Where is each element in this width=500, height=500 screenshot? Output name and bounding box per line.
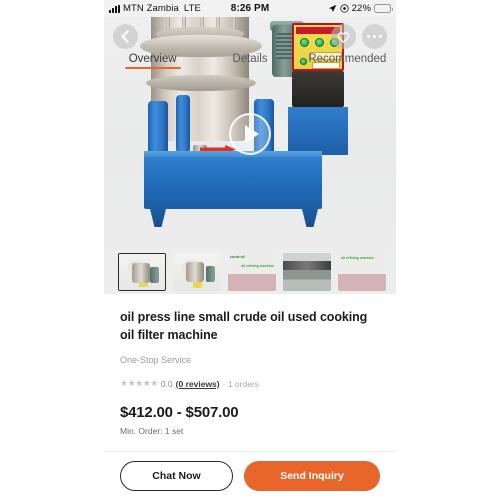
rating-row: ★★★★★ 0.0 (0 reviews) · 1 orders — [120, 378, 380, 389]
play-button-icon[interactable] — [229, 112, 271, 155]
orders-count: · 1 orders — [222, 378, 259, 389]
status-bar-time: 8:26 PM — [230, 3, 270, 14]
thumbnail-3-caption-2: oil refining machine — [240, 264, 274, 268]
thumbnail-3-caption: crude oil — [230, 255, 245, 259]
play-triangle — [245, 124, 259, 143]
reviews-link[interactable]: (0 reviews) — [176, 379, 220, 389]
heart-icon[interactable] — [331, 24, 356, 49]
price-range: $412.00 - $507.00 — [120, 404, 239, 422]
machine-rim — [146, 75, 256, 91]
thumbnail-strip[interactable]: crude oil oil refining machine oil refin… — [104, 250, 396, 294]
more-dots-icon[interactable] — [362, 24, 387, 49]
status-bar: MTN Zambia LTE 8:26 PM 22% — [104, 0, 396, 17]
min-order: Min. Order: 1 set — [120, 426, 184, 437]
thumbnail-4[interactable] — [283, 253, 331, 291]
screenshot-page: MTN Zambia LTE 8:26 PM 22% Overview Deta… — [0, 0, 500, 500]
tab-recommended-label: Recommended — [308, 53, 387, 65]
machine-panel-base — [288, 107, 348, 155]
send-inquiry-button[interactable]: Send Inquiry — [244, 461, 380, 491]
product-image-gallery[interactable]: Overview Details Recommended — [104, 17, 396, 250]
machine-foot-1 — [150, 209, 166, 227]
tab-recommended[interactable]: Recommended — [299, 53, 396, 69]
thumbnail-2[interactable] — [173, 253, 221, 291]
tab-bar: Overview Details Recommended — [104, 53, 396, 69]
star-rating-icon: ★★★★★ — [120, 378, 158, 389]
phone-screen: MTN Zambia LTE 8:26 PM 22% Overview Deta… — [104, 0, 396, 500]
thumbnail-5[interactable]: oil refining machine — [338, 253, 386, 291]
thumbnail-3[interactable]: crude oil oil refining machine — [228, 253, 276, 291]
thumbnail-1[interactable] — [118, 253, 166, 291]
bottom-action-bar: Chat Now Send Inquiry — [104, 451, 396, 500]
tab-overview-label: Overview — [128, 53, 177, 65]
heart-glyph — [337, 31, 350, 43]
tab-details-label: Details — [232, 53, 268, 65]
battery-icon — [374, 4, 393, 13]
back-chevron-icon[interactable] — [113, 24, 138, 49]
machine-foot-2 — [302, 209, 318, 227]
machine-post-2 — [176, 95, 190, 153]
rating-value: 0.0 — [160, 378, 173, 389]
service-badge: One-Stop Service — [120, 355, 192, 366]
thumbnail-5-caption: oil refining machine — [341, 256, 375, 260]
machine-base — [144, 157, 322, 209]
page-title: oil press line small crude oil used cook… — [120, 310, 368, 343]
tab-details[interactable]: Details — [201, 53, 298, 69]
chat-now-button[interactable]: Chat Now — [120, 461, 233, 491]
product-info: oil press line small crude oil used cook… — [104, 294, 396, 437]
tab-active-underline — [124, 67, 181, 69]
tab-overview[interactable]: Overview — [104, 53, 201, 69]
